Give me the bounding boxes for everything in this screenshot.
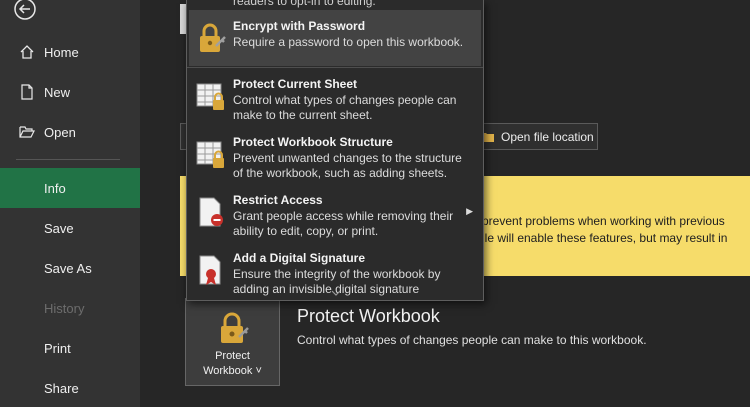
nav-new[interactable]: New <box>0 72 140 112</box>
menu-item-title: Protect Workbook Structure <box>233 135 393 149</box>
scroll-down-chevron-icon[interactable] <box>326 288 346 298</box>
nav-info-label: Info <box>44 180 66 196</box>
nav-save-as[interactable]: Save As <box>0 248 140 288</box>
nav-print-label: Print <box>44 340 71 356</box>
nav-print[interactable]: Print <box>0 328 140 368</box>
protect-workbook-menu: readers to opt-in to editing. Encrypt wi… <box>186 0 484 301</box>
digital-signature-icon <box>199 255 221 285</box>
banner-line-1: prevent problems when working with previ… <box>482 214 725 228</box>
home-icon <box>18 43 36 61</box>
sheet-lock-icon <box>196 83 224 110</box>
nav-save-label: Save <box>44 220 74 236</box>
menu-item-description: Control what types of changes people can… <box>233 93 457 122</box>
nav-save[interactable]: Save <box>0 208 140 248</box>
nav-info[interactable]: Info <box>0 168 140 208</box>
nav-new-label: New <box>44 84 71 100</box>
protect-workbook-label-2: Workbook ˅ <box>203 365 262 377</box>
menu-protect-workbook-structure[interactable]: Protect Workbook Structure Prevent unwan… <box>189 126 481 182</box>
menu-item-description: Grant people access while removing their… <box>233 209 454 238</box>
menu-encrypt-with-password[interactable]: Encrypt with Password Require a password… <box>189 10 481 66</box>
nav-home-label: Home <box>44 44 79 60</box>
open-folder-icon <box>18 123 36 141</box>
nav-save-as-label: Save As <box>44 260 92 276</box>
menu-cutoff-text: readers to opt-in to editing. <box>233 0 376 8</box>
menu-item-title: Protect Current Sheet <box>233 77 358 91</box>
menu-protect-current-sheet[interactable]: Protect Current Sheet Control what types… <box>189 68 481 124</box>
menu-item-title: Add a Digital Signature <box>233 251 366 265</box>
nav-open-label: Open <box>44 124 76 140</box>
protect-workbook-title: Protect Workbook <box>297 306 440 326</box>
open-file-location-button[interactable]: Open file location <box>474 123 598 150</box>
menu-item-description: Ensure the integrity of the workbook by … <box>233 267 441 296</box>
nav-home[interactable]: Home <box>0 32 140 72</box>
back-arrow-icon <box>14 0 36 20</box>
restrict-document-icon <box>199 197 223 227</box>
banner-line-2: ile will enable these features, but may … <box>482 231 728 245</box>
nav-share-label: Share <box>44 380 79 396</box>
protect-workbook-label-1: Protect <box>215 350 250 362</box>
menu-item-description: Require a password to open this workbook… <box>233 35 464 49</box>
submenu-arrow-icon: ▶ <box>466 206 473 216</box>
nav-open[interactable]: Open <box>0 112 140 152</box>
workbook-lock-icon <box>196 141 224 168</box>
protect-workbook-description: Control what types of changes people can… <box>297 333 647 347</box>
new-file-icon <box>18 83 36 101</box>
lock-key-icon <box>200 23 226 52</box>
menu-item-description: Prevent unwanted changes to the structur… <box>233 151 462 180</box>
menu-restrict-access[interactable]: Restrict Access Grant people access whil… <box>189 184 481 240</box>
back-button[interactable] <box>10 0 40 22</box>
nav-history-label: History <box>44 300 85 316</box>
menu-item-title: Encrypt with Password <box>233 19 366 33</box>
nav-divider <box>16 159 120 160</box>
protect-workbook-button[interactable]: Protect Workbook ˅ <box>185 298 280 386</box>
lock-key-icon <box>220 312 249 343</box>
nav-share[interactable]: Share <box>0 368 140 407</box>
open-file-location-label: Open file location <box>501 129 594 144</box>
nav-history: History <box>0 288 140 328</box>
backstage-sidebar: Home New Open Info Save Save As History … <box>0 0 140 407</box>
menu-item-title: Restrict Access <box>233 193 323 207</box>
